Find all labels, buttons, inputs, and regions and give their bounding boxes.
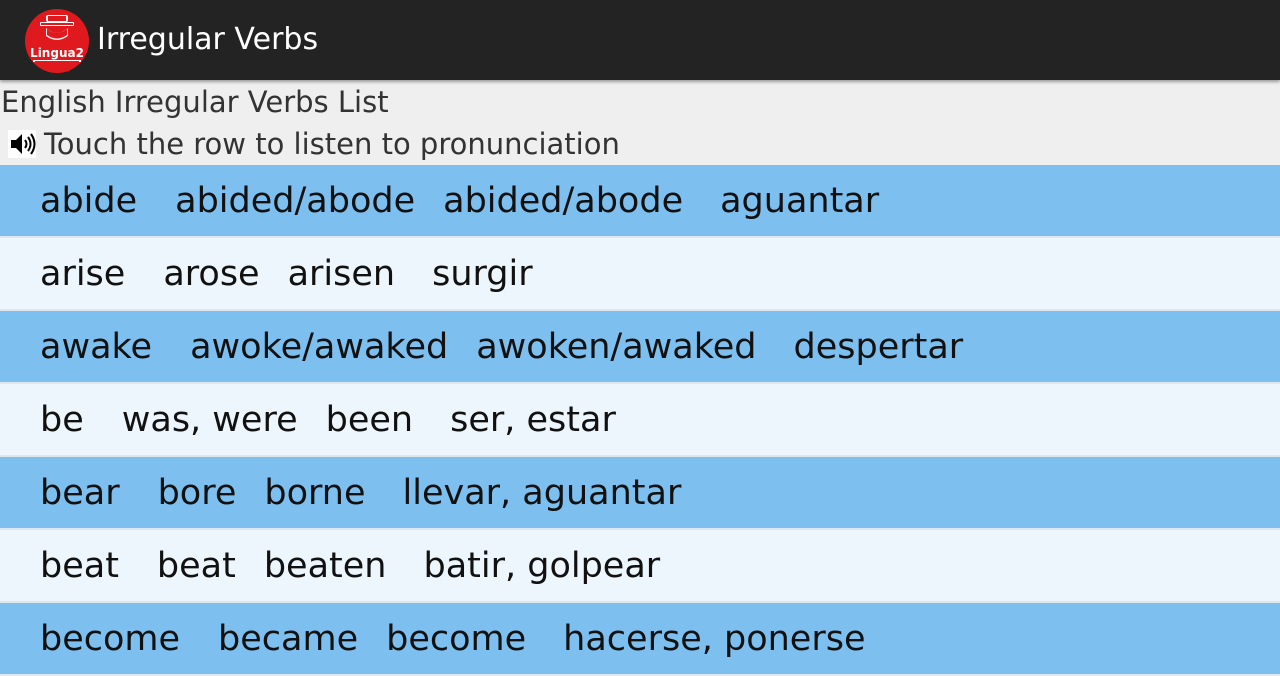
verb-past: arose [163, 253, 260, 294]
verb-participle: beaten [263, 545, 387, 586]
verb-translation: aguantar [720, 180, 880, 221]
speaker-icon [8, 130, 36, 158]
verb-participle: abided/abode [443, 180, 684, 221]
app-title: Irregular Verbs [97, 22, 319, 57]
verb-row[interactable]: awake awoke/awaked awoken/awaked despertar [0, 311, 1280, 384]
verb-past: beat [156, 545, 236, 586]
verb-translation: llevar, aguantar [402, 472, 682, 513]
verb-past: became [218, 618, 359, 659]
verb-participle: arisen [287, 253, 396, 294]
verb-translation: despertar [793, 326, 964, 367]
verb-translation: hacerse, ponerse [563, 618, 866, 659]
verb-translation: batir, golpear [423, 545, 661, 586]
action-bar: Lingua2 Irregular Verbs [0, 0, 1280, 80]
verb-past: awoke/awaked [190, 326, 449, 367]
verb-past: bore [157, 472, 237, 513]
verb-row[interactable]: abide abided/abode abided/abode aguantar [0, 165, 1280, 238]
verb-row[interactable]: arise arose arisen surgir [0, 238, 1280, 311]
verb-translation: surgir [432, 253, 533, 294]
verb-participle: borne [264, 472, 366, 513]
verb-base: be [40, 399, 84, 440]
verb-base: awake [40, 326, 153, 367]
lingua2-logo-icon[interactable]: Lingua2 [24, 8, 90, 74]
verb-participle: awoken/awaked [476, 326, 757, 367]
verb-row[interactable]: beat beat beaten batir, golpear [0, 530, 1280, 603]
verb-past: abided/abode [175, 180, 416, 221]
verb-row[interactable]: become became become hacerse, ponerse [0, 603, 1280, 676]
page-subtitle: English Irregular Verbs List [1, 85, 389, 119]
pronunciation-hint: Touch the row to listen to pronunciation [8, 124, 620, 164]
verb-participle: become [386, 618, 527, 659]
verb-base: abide [40, 180, 138, 221]
verb-translation: ser, estar [450, 399, 616, 440]
verb-base: beat [40, 545, 119, 586]
verb-base: bear [40, 472, 120, 513]
verb-base: arise [40, 253, 126, 294]
verb-list: abide abided/abode abided/abode aguantar ari… [0, 165, 1280, 676]
verb-base: become [40, 618, 181, 659]
verb-row[interactable]: bear bore borne llevar, aguantar [0, 457, 1280, 530]
hint-text: Touch the row to listen to pronunciation [44, 127, 620, 161]
verb-participle: been [325, 399, 414, 440]
svg-text:Lingua2: Lingua2 [30, 46, 84, 60]
verb-row[interactable]: be was, were been ser, estar [0, 384, 1280, 457]
verb-past: was, were [121, 399, 298, 440]
